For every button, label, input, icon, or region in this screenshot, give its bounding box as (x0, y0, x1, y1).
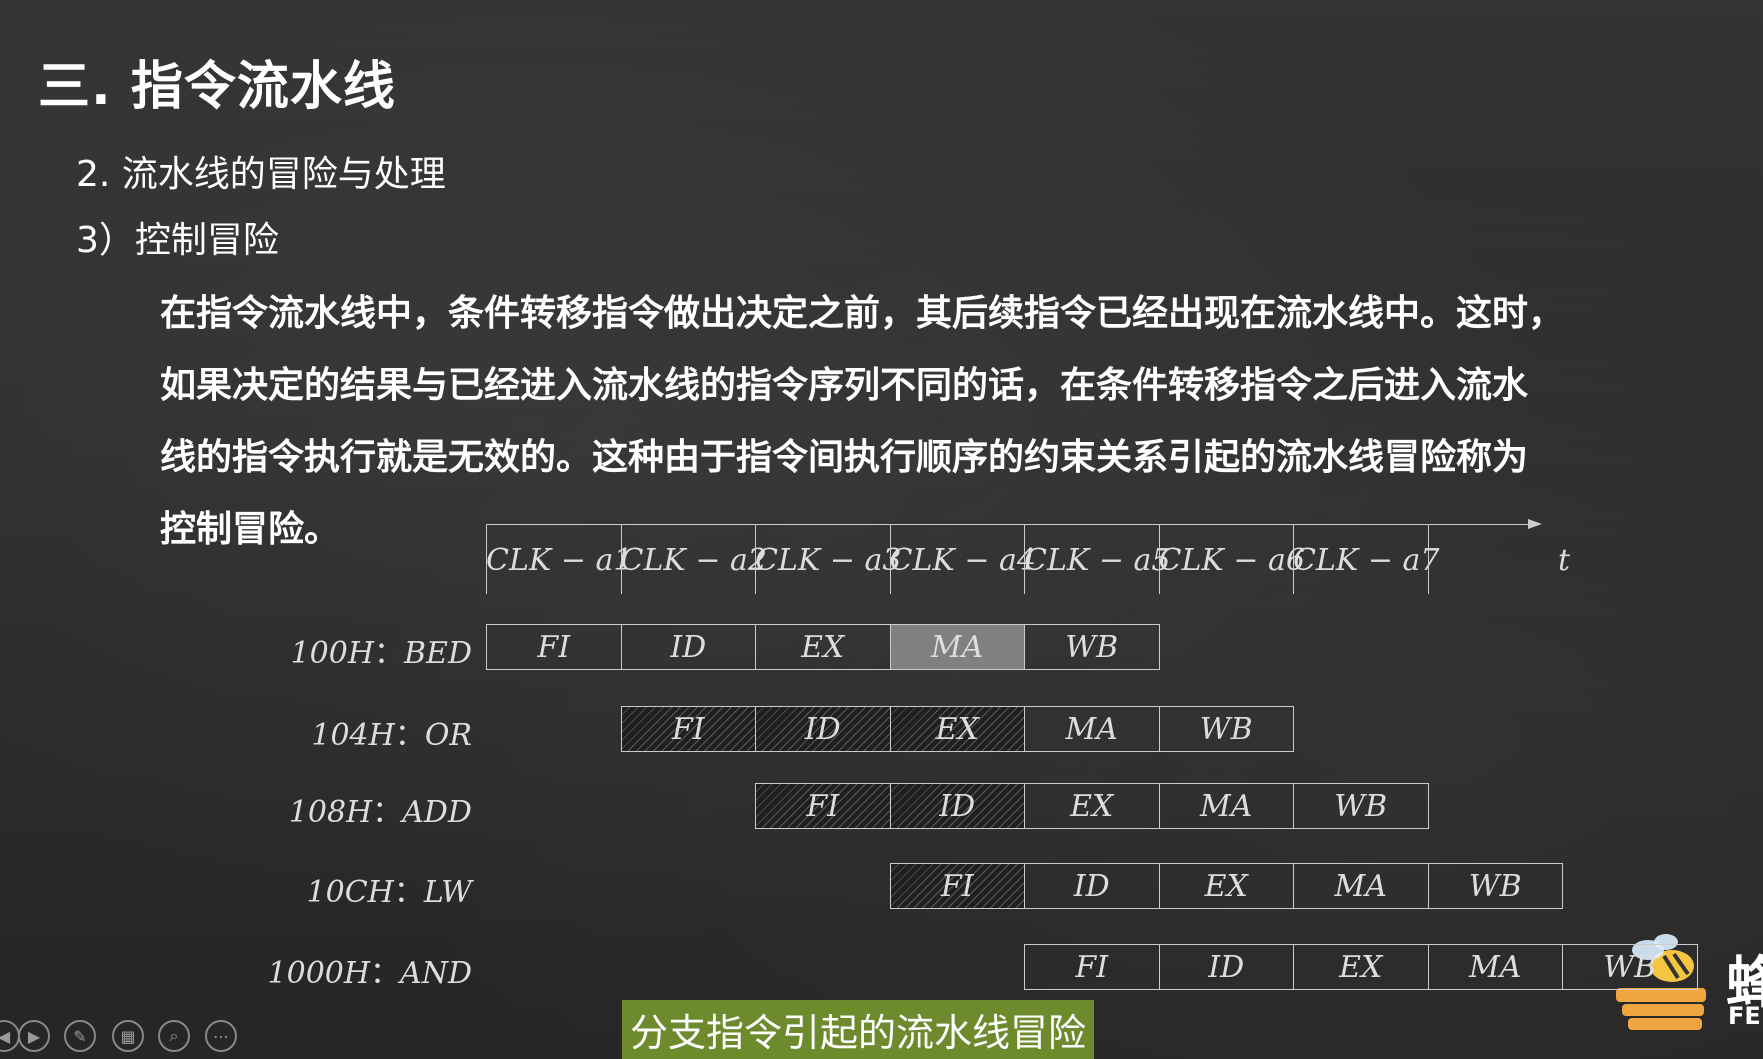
axis-line (486, 524, 1536, 525)
pipeline-stage: WB (1293, 783, 1429, 829)
instruction-label: 1000H：AND (268, 948, 472, 992)
pipeline-stage: MA (1158, 783, 1294, 829)
instruction-separator: ： (372, 795, 403, 830)
section-heading: 2. 流水线的冒险与处理 (76, 154, 446, 195)
pipeline-stage: WB (1427, 863, 1563, 909)
instruction-separator: ： (393, 875, 424, 910)
clock-label: CLK − a6 (1158, 543, 1305, 578)
pipeline-stage: MA (1024, 706, 1160, 752)
pipeline-stage: ID (889, 783, 1025, 829)
instruction-separator: ： (370, 956, 401, 991)
instruction-separator: ： (394, 718, 425, 753)
instruction-label: 108H：ADD (289, 787, 472, 831)
pipeline-stage: EX (755, 624, 891, 670)
clock-label: CLK − a2 (620, 543, 767, 578)
slide-board: 三. 指令流水线 2. 流水线的冒险与处理 3）控制冒险 在指令流水线中，条件转… (0, 0, 1763, 1059)
pipeline-stage: FI (486, 624, 622, 670)
prev-icon[interactable]: ◀ (0, 1020, 20, 1052)
slides-icon[interactable]: ▦ (112, 1020, 144, 1052)
clock-label: CLK − a1 (486, 543, 633, 578)
pipeline-stage: MA (1427, 944, 1563, 990)
paragraph-line: 在指令流水线中，条件转移指令做出决定之前，其后续指令已经出现在流水线中。这时， (160, 293, 1565, 334)
pipeline-stage: FI (889, 863, 1025, 909)
pipeline-stage: EX (1024, 783, 1160, 829)
pipeline-stage: ID (1158, 944, 1294, 990)
paragraph-line: 如果决定的结果与已经进入流水线的指令序列不同的话，在条件转移指令之后进入流水 (160, 365, 1529, 406)
clock-label: CLK − a3 (755, 543, 902, 578)
instruction-address: 104H (311, 718, 395, 753)
clock-label: CLK − a5 (1024, 543, 1171, 578)
instruction-label: 100H：BED (291, 628, 472, 672)
instruction-opcode: BED (404, 636, 472, 671)
logo-sub-text: FE (1728, 1002, 1761, 1030)
zoom-icon[interactable]: ⌕ (158, 1020, 190, 1052)
axis-tick (1427, 524, 1429, 594)
pipeline-stage: WB (1562, 944, 1698, 990)
pipeline-stage: FI (1024, 944, 1160, 990)
pipeline-stage: EX (1158, 863, 1294, 909)
instruction-opcode: OR (424, 718, 472, 753)
slide-title: 三. 指令流水线 (38, 57, 396, 117)
instruction-label: 10CH：LW (307, 867, 472, 911)
pen-icon[interactable]: ✎ (64, 1020, 96, 1052)
subtitle-caption: 分支指令引起的流水线冒险 (622, 1000, 1095, 1059)
instruction-opcode: AND (400, 956, 472, 991)
play-icon[interactable]: ▶ (18, 1020, 50, 1052)
paragraph-line: 线的指令执行就是无效的。这种由于指令间执行顺序的约束关系引起的流水线冒险称为 (160, 437, 1529, 478)
clock-label: CLK − a7 (1293, 543, 1440, 578)
instruction-label: 104H：OR (311, 710, 472, 754)
pipeline-stage: ID (755, 706, 891, 752)
instruction-address: 10CH (306, 875, 394, 910)
instruction-opcode: LW (423, 875, 472, 910)
pipeline-stage: FI (755, 783, 891, 829)
pipeline-stage: WB (1158, 706, 1294, 752)
pipeline-stage: MA (1293, 863, 1429, 909)
instruction-separator: ： (374, 636, 404, 671)
pipeline-stage: FI (620, 706, 756, 752)
pipeline-stage: ID (620, 624, 756, 670)
instruction-opcode: ADD (402, 795, 472, 830)
axis-arrow-icon (1528, 519, 1542, 529)
instruction-address: 1000H (267, 956, 371, 991)
pipeline-stage: WB (1024, 624, 1160, 670)
subsection-heading: 3）控制冒险 (76, 220, 279, 261)
axis-end-label: t (1558, 543, 1571, 578)
pipeline-stage: EX (889, 706, 1025, 752)
instruction-address: 108H (288, 795, 373, 830)
pipeline-stage: ID (1024, 863, 1160, 909)
description-paragraph: 在指令流水线中，条件转移指令做出决定之前，其后续指令已经出现在流水线中。这时， … (160, 278, 1720, 566)
clock-label: CLK − a4 (889, 543, 1036, 578)
instruction-address: 100H (290, 636, 374, 671)
pipeline-stage: EX (1293, 944, 1429, 990)
more-icon[interactable]: ⋯ (205, 1020, 237, 1052)
pipeline-stage: MA (889, 624, 1025, 670)
